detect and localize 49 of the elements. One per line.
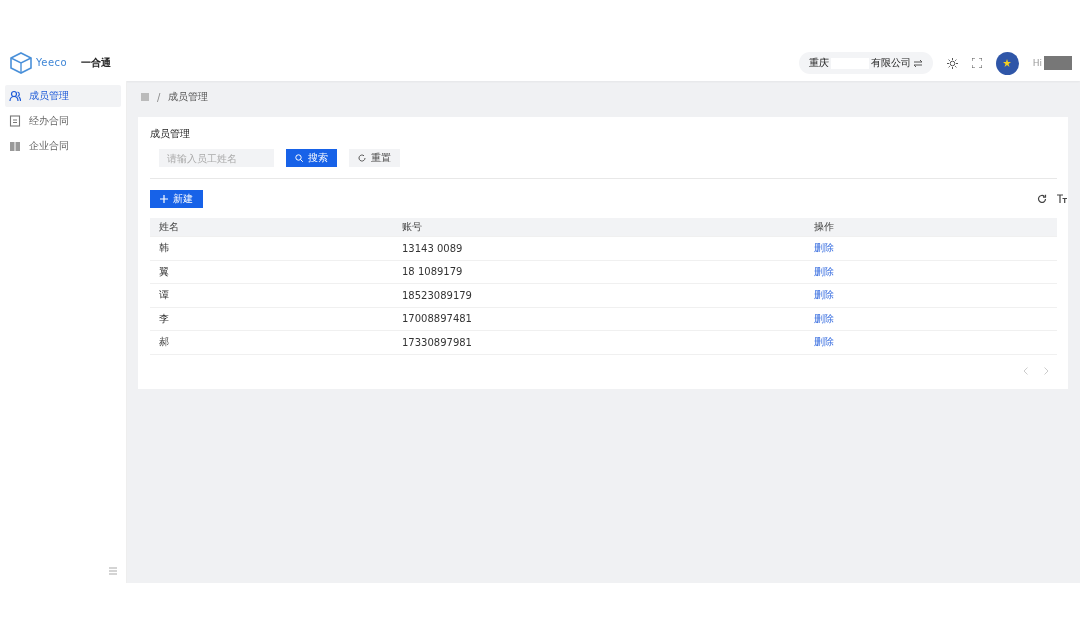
company-name-start: 重庆 [808,56,829,70]
delete-link[interactable]: 删除 [814,335,1057,350]
delete-link[interactable]: 删除 [814,311,1057,326]
redaction-block [1044,56,1072,70]
people-icon [9,90,21,102]
delete-link[interactable]: 删除 [814,241,1057,256]
sun-icon[interactable] [946,57,958,69]
delete-link[interactable]: 删除 [814,264,1057,279]
column-header: 操作 [814,220,835,234]
sidebar-item[interactable]: 企业合同 [5,135,121,157]
book-icon [9,140,21,152]
panel-title: 成员管理 [150,127,191,141]
search-field[interactable]: 请输入员工姓名 [159,149,274,167]
table-cell-text: 李 [159,311,170,326]
cube-logo-icon [10,52,32,74]
app-name: 一合通 [81,56,112,70]
sidebar-item[interactable]: 经办合同 [5,110,121,132]
table-cell-text: 18 1089179 [402,266,464,278]
table-cell-text: 韩 [159,241,170,256]
fullscreen-icon[interactable] [971,58,982,68]
search-icon [295,154,303,162]
plus-icon [160,195,168,203]
table-cell-text: 谭 [159,288,170,303]
search-button[interactable]: 搜索 [286,149,337,167]
breadcrumb-separator: / [157,91,161,103]
table-cell-text: 18523089179 [402,289,473,301]
table-cell-text: 郝 [159,335,170,350]
table-cell-text: 17330897981 [402,336,473,348]
table-cell-text: 翼 [159,264,170,279]
new-button[interactable]: 新建 [150,190,203,208]
swap-icon [912,58,923,68]
refresh-icon[interactable] [1037,194,1047,204]
breadcrumb-current: 成员管理 [168,90,209,104]
brand-name: Yeeco [36,58,68,68]
sidebar-item[interactable]: 成员管理 [5,85,121,107]
table-cell-text: 13143 0089 [402,242,464,254]
company-name-end: 有限公司 [870,56,911,70]
text-size-icon[interactable] [1057,194,1067,204]
greeting: Hi [1032,58,1042,68]
column-header: 账号 [402,220,423,234]
document-icon [9,115,21,127]
delete-link[interactable]: 删除 [814,288,1057,303]
company-switcher[interactable]: 重庆 有限公司 [798,52,933,74]
column-header: 姓名 [159,220,180,234]
table-cell-text: 17008897481 [402,313,473,325]
avatar[interactable] [995,51,1019,75]
refresh-icon [358,154,366,162]
star-icon [1003,59,1012,67]
reset-button[interactable]: 重置 [349,149,400,167]
